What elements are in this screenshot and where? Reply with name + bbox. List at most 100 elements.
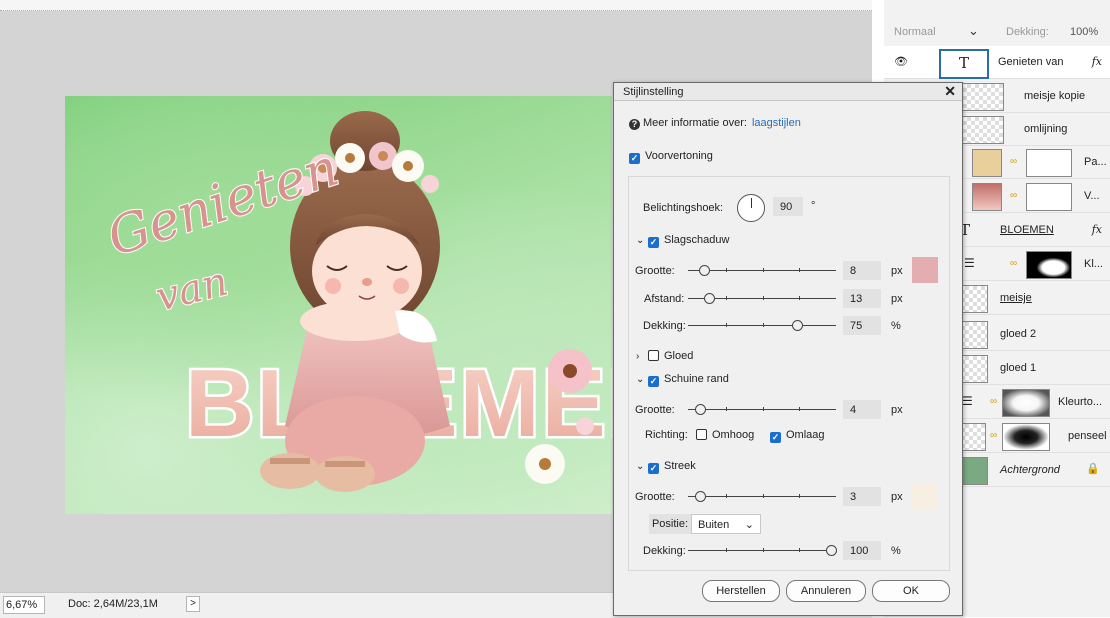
blend-mode-select[interactable]: Normaal xyxy=(894,26,936,38)
checkbox-checked-icon[interactable]: ✓ xyxy=(648,463,659,474)
bevel-size-label: Grootte: xyxy=(635,404,675,416)
link-icon[interactable]: ∞ xyxy=(1010,156,1017,167)
layer-style-dialog: Stijlinstelling ✕ ? Meer informatie over:… xyxy=(613,82,963,616)
fx-icon[interactable]: fx xyxy=(1092,55,1102,68)
shadow-size-slider[interactable] xyxy=(688,270,836,271)
layer-opacity-field[interactable]: 100% xyxy=(1070,26,1098,38)
bevel-size-field[interactable]: 4 xyxy=(843,400,881,419)
chevron-down-icon[interactable]: ⌄ xyxy=(636,461,648,472)
light-angle-field[interactable]: 90 xyxy=(773,197,803,216)
stroke-section[interactable]: ⌄ ✓ Streek xyxy=(636,460,696,474)
checkbox-unchecked-icon[interactable] xyxy=(648,350,659,361)
chevron-right-icon[interactable]: › xyxy=(636,351,648,362)
stroke-size-slider[interactable] xyxy=(688,496,836,497)
glow-section[interactable]: › Gloed xyxy=(636,350,693,362)
chevron-down-icon[interactable]: ⌄ xyxy=(636,235,648,246)
stroke-color-swatch[interactable] xyxy=(912,483,938,509)
stroke-opacity-label: Dekking: xyxy=(643,545,686,557)
preview-toggle[interactable]: ✓ Voorvertoning xyxy=(629,150,713,164)
stroke-size-label: Grootte: xyxy=(635,491,675,503)
shadow-distance-knob[interactable] xyxy=(704,293,715,304)
lock-icon[interactable]: 🔒 xyxy=(1086,462,1100,475)
layer-thumbnail xyxy=(962,83,1004,111)
zoom-field[interactable]: 6,67% xyxy=(3,596,45,614)
shadow-color-swatch[interactable] xyxy=(912,257,938,283)
style-settings-panel: Belichtingshoek: 90 ° ⌄ ✓ Slagschaduw Groo… xyxy=(628,176,950,571)
direction-down-label: Omlaag xyxy=(786,429,825,441)
checkbox-checked-icon[interactable]: ✓ xyxy=(629,153,640,164)
text-layer-icon: T xyxy=(939,49,989,79)
chevron-down-icon[interactable]: ⌄ xyxy=(636,374,648,385)
ok-button[interactable]: OK xyxy=(872,580,950,602)
fx-icon[interactable]: fx xyxy=(1092,223,1102,236)
chevron-down-icon: ⌄ xyxy=(744,519,754,531)
layer-mask-thumbnail xyxy=(1002,423,1050,451)
bevel-size-slider[interactable] xyxy=(688,409,836,410)
close-icon[interactable]: ✕ xyxy=(944,83,956,100)
checkbox-unchecked-icon[interactable] xyxy=(696,429,707,440)
shadow-size-label: Grootte: xyxy=(635,265,675,277)
checkbox-checked-icon[interactable]: ✓ xyxy=(648,376,659,387)
layer-name: Genieten van xyxy=(998,56,1064,68)
percent-unit: % xyxy=(891,545,901,557)
stroke-position-select[interactable]: Buiten ⌄ xyxy=(691,514,761,534)
link-icon[interactable]: ∞ xyxy=(990,430,997,441)
link-icon[interactable]: ∞ xyxy=(990,396,997,407)
layer-row-genieten-van[interactable]: 👁 T Genieten van fx xyxy=(884,46,1110,79)
px-unit: px xyxy=(891,265,903,277)
drop-shadow-label: Slagschaduw xyxy=(664,234,730,246)
drop-shadow-section[interactable]: ⌄ ✓ Slagschaduw xyxy=(636,234,729,248)
layer-name: meisje kopie xyxy=(1024,90,1086,102)
reset-button[interactable]: Herstellen xyxy=(702,580,780,602)
link-icon[interactable]: ∞ xyxy=(1010,190,1017,201)
glow-label: Gloed xyxy=(664,350,694,362)
bevel-size-knob[interactable] xyxy=(695,404,706,415)
px-unit: px xyxy=(891,293,903,305)
dialog-title: Stijlinstelling xyxy=(623,86,684,98)
stroke-size-knob[interactable] xyxy=(695,491,706,502)
cancel-button[interactable]: Annuleren xyxy=(786,580,866,602)
angle-dial[interactable] xyxy=(737,194,765,222)
stroke-opacity-slider[interactable] xyxy=(688,550,836,551)
shadow-distance-field[interactable]: 13 xyxy=(843,289,881,308)
direction-up-label: Omhoog xyxy=(712,429,755,441)
dialog-title-bar[interactable]: Stijlinstelling ✕ xyxy=(614,83,962,101)
bevel-section[interactable]: ⌄ ✓ Schuine rand xyxy=(636,373,729,387)
layer-thumbnail xyxy=(960,423,986,451)
shadow-opacity-knob[interactable] xyxy=(792,320,803,331)
doc-size-info: Doc: 2,64M/23,1M xyxy=(68,598,158,610)
info-text: Meer informatie over: xyxy=(643,117,747,129)
layer-mask-thumbnail xyxy=(1026,183,1072,211)
bevel-direction-label: Richting: xyxy=(645,429,688,441)
stroke-position-label: Positie: xyxy=(649,514,691,534)
shadow-opacity-slider[interactable] xyxy=(688,325,836,326)
light-angle-label: Belichtingshoek: xyxy=(643,202,724,214)
layer-mask-thumbnail xyxy=(1002,389,1050,417)
stroke-size-field[interactable]: 3 xyxy=(843,487,881,506)
direction-up-option[interactable]: Omhoog xyxy=(696,429,754,441)
px-unit: px xyxy=(891,491,903,503)
shadow-size-field[interactable]: 8 xyxy=(843,261,881,280)
stroke-opacity-field[interactable]: 100 xyxy=(843,541,881,560)
checkbox-checked-icon[interactable]: ✓ xyxy=(770,432,781,443)
layer-name: Achtergrond xyxy=(1000,464,1060,476)
info-row: ? Meer informatie over: laagstijlen xyxy=(629,117,801,130)
layer-name: Pa... xyxy=(1084,156,1107,168)
document-canvas[interactable]: BLOEMEN xyxy=(65,96,612,514)
shadow-distance-label: Afstand: xyxy=(644,293,685,305)
layer-name: gloed 1 xyxy=(1000,362,1037,374)
layer-thumbnail xyxy=(962,116,1004,144)
stroke-opacity-knob[interactable] xyxy=(826,545,837,556)
layer-styles-link[interactable]: laagstijlen xyxy=(752,117,801,129)
adjustment-icon: ☰ xyxy=(962,394,973,408)
link-icon[interactable]: ∞ xyxy=(1010,258,1017,269)
eye-icon[interactable]: 👁 xyxy=(894,55,908,68)
direction-down-option[interactable]: ✓ Omlaag xyxy=(770,429,825,443)
layer-thumbnail xyxy=(972,183,1002,211)
status-menu-arrow[interactable]: > xyxy=(186,596,200,612)
shadow-opacity-field[interactable]: 75 xyxy=(843,316,881,335)
chevron-down-icon[interactable]: ⌄ xyxy=(968,23,979,39)
shadow-size-knob[interactable] xyxy=(699,265,710,276)
checkbox-checked-icon[interactable]: ✓ xyxy=(648,237,659,248)
degree-unit: ° xyxy=(811,200,816,212)
